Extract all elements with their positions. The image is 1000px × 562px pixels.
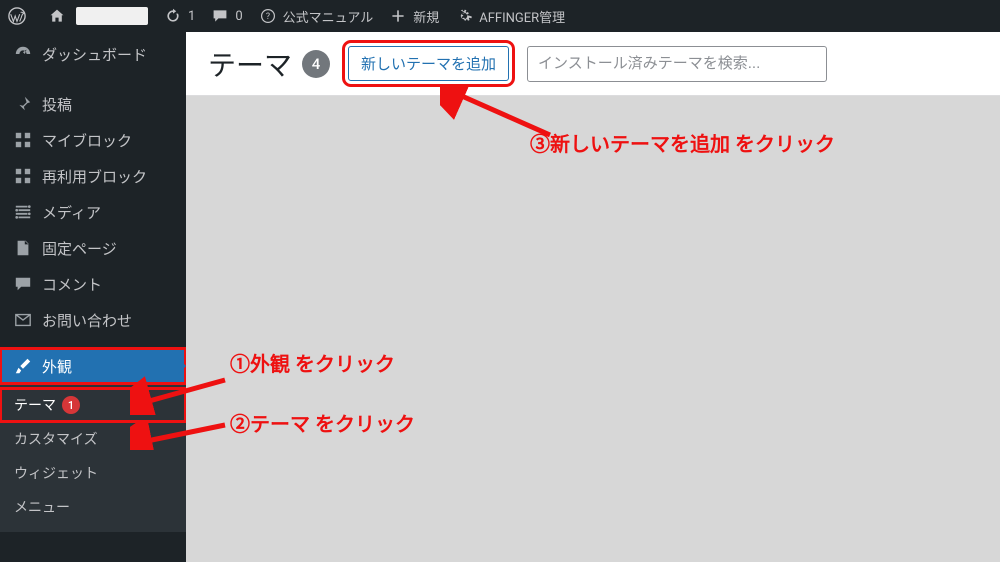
grid-icon — [12, 167, 34, 185]
manual-item[interactable]: ? 公式マニュアル — [251, 0, 382, 32]
home-icon — [48, 7, 66, 25]
sidebar-item-label: コメント — [42, 274, 102, 295]
updates-count: 1 — [188, 9, 195, 24]
annotation-step1: ①外観 をクリック — [230, 348, 395, 377]
pin-icon — [12, 95, 34, 113]
sidebar-item-media[interactable]: メディア — [0, 194, 186, 230]
comments-count: 0 — [235, 9, 242, 24]
submenu-item-widgets[interactable]: ウィジェット — [0, 456, 186, 490]
dashboard-icon — [12, 45, 34, 63]
brush-icon — [12, 357, 34, 375]
admin-sidebar: ダッシュボード 投稿 マイブロック 再利用ブロック メディア 固定ページ — [0, 32, 186, 562]
main-content: テーマ 4 新しいテーマを追加 — [186, 32, 1000, 562]
page-icon — [12, 239, 34, 257]
sidebar-item-dashboard[interactable]: ダッシュボード — [0, 36, 186, 72]
grid-icon — [12, 131, 34, 149]
new-item[interactable]: 新規 — [381, 0, 447, 32]
site-title-placeholder — [76, 7, 148, 25]
theme-search-input[interactable] — [527, 46, 827, 82]
plus-icon — [389, 7, 407, 25]
sidebar-item-reusable[interactable]: 再利用ブロック — [0, 158, 186, 194]
submenu-item-label: カスタマイズ — [14, 429, 98, 449]
media-icon — [12, 203, 34, 221]
admin-bar: 1 0 ? 公式マニュアル 新規 AFFINGER管理 — [0, 0, 1000, 32]
page-header: テーマ 4 新しいテーマを追加 — [186, 32, 1000, 96]
affinger-item[interactable]: AFFINGER管理 — [447, 0, 573, 32]
annotation-step2: ②テーマ をクリック — [230, 408, 415, 437]
sidebar-item-pages[interactable]: 固定ページ — [0, 230, 186, 266]
sidebar-item-contact[interactable]: お問い合わせ — [0, 302, 186, 338]
sidebar-item-label: 再利用ブロック — [42, 166, 147, 187]
sidebar-item-label: 投稿 — [42, 94, 72, 115]
sidebar-item-label: ダッシュボード — [42, 44, 147, 65]
mail-icon — [12, 311, 34, 329]
sidebar-item-myblock[interactable]: マイブロック — [0, 122, 186, 158]
update-icon — [164, 7, 182, 25]
theme-count-badge: 4 — [302, 50, 330, 78]
annotation-step3: ③新しいテーマを追加 をクリック — [530, 128, 835, 157]
submenu-item-label: メニュー — [14, 497, 70, 517]
submenu-item-menus[interactable]: メニュー — [0, 490, 186, 524]
comments-item[interactable]: 0 — [203, 0, 250, 32]
add-new-theme-button[interactable]: 新しいテーマを追加 — [348, 46, 509, 81]
sidebar-item-label: 固定ページ — [42, 238, 117, 259]
sidebar-item-label: マイブロック — [42, 130, 132, 151]
comment-icon — [211, 7, 229, 25]
sidebar-item-label: メディア — [42, 202, 101, 223]
submenu-item-label: ウィジェット — [14, 463, 98, 483]
svg-text:?: ? — [266, 12, 270, 22]
annotation-arrow-2 — [130, 420, 230, 450]
comment-icon — [12, 275, 34, 293]
submenu-item-label: テーマ — [14, 395, 56, 415]
sidebar-item-comments[interactable]: コメント — [0, 266, 186, 302]
sidebar-item-label: お問い合わせ — [42, 310, 132, 331]
help-icon: ? — [259, 7, 277, 25]
wordpress-icon — [8, 7, 26, 25]
affinger-label: AFFINGER管理 — [479, 7, 565, 26]
wp-logo[interactable] — [0, 0, 40, 32]
page-title: テーマ 4 — [208, 44, 330, 84]
annotation-arrow-1 — [130, 375, 230, 415]
sidebar-item-posts[interactable]: 投稿 — [0, 86, 186, 122]
page-title-text: テーマ — [208, 44, 292, 84]
sidebar-item-label: 外観 — [42, 356, 72, 377]
updates-item[interactable]: 1 — [156, 0, 203, 32]
themes-grid-area — [186, 96, 1000, 562]
new-label: 新規 — [413, 7, 439, 26]
themes-update-badge: 1 — [62, 396, 80, 414]
manual-label: 公式マニュアル — [283, 7, 374, 26]
site-name[interactable] — [40, 0, 156, 32]
gear-icon — [455, 7, 473, 25]
